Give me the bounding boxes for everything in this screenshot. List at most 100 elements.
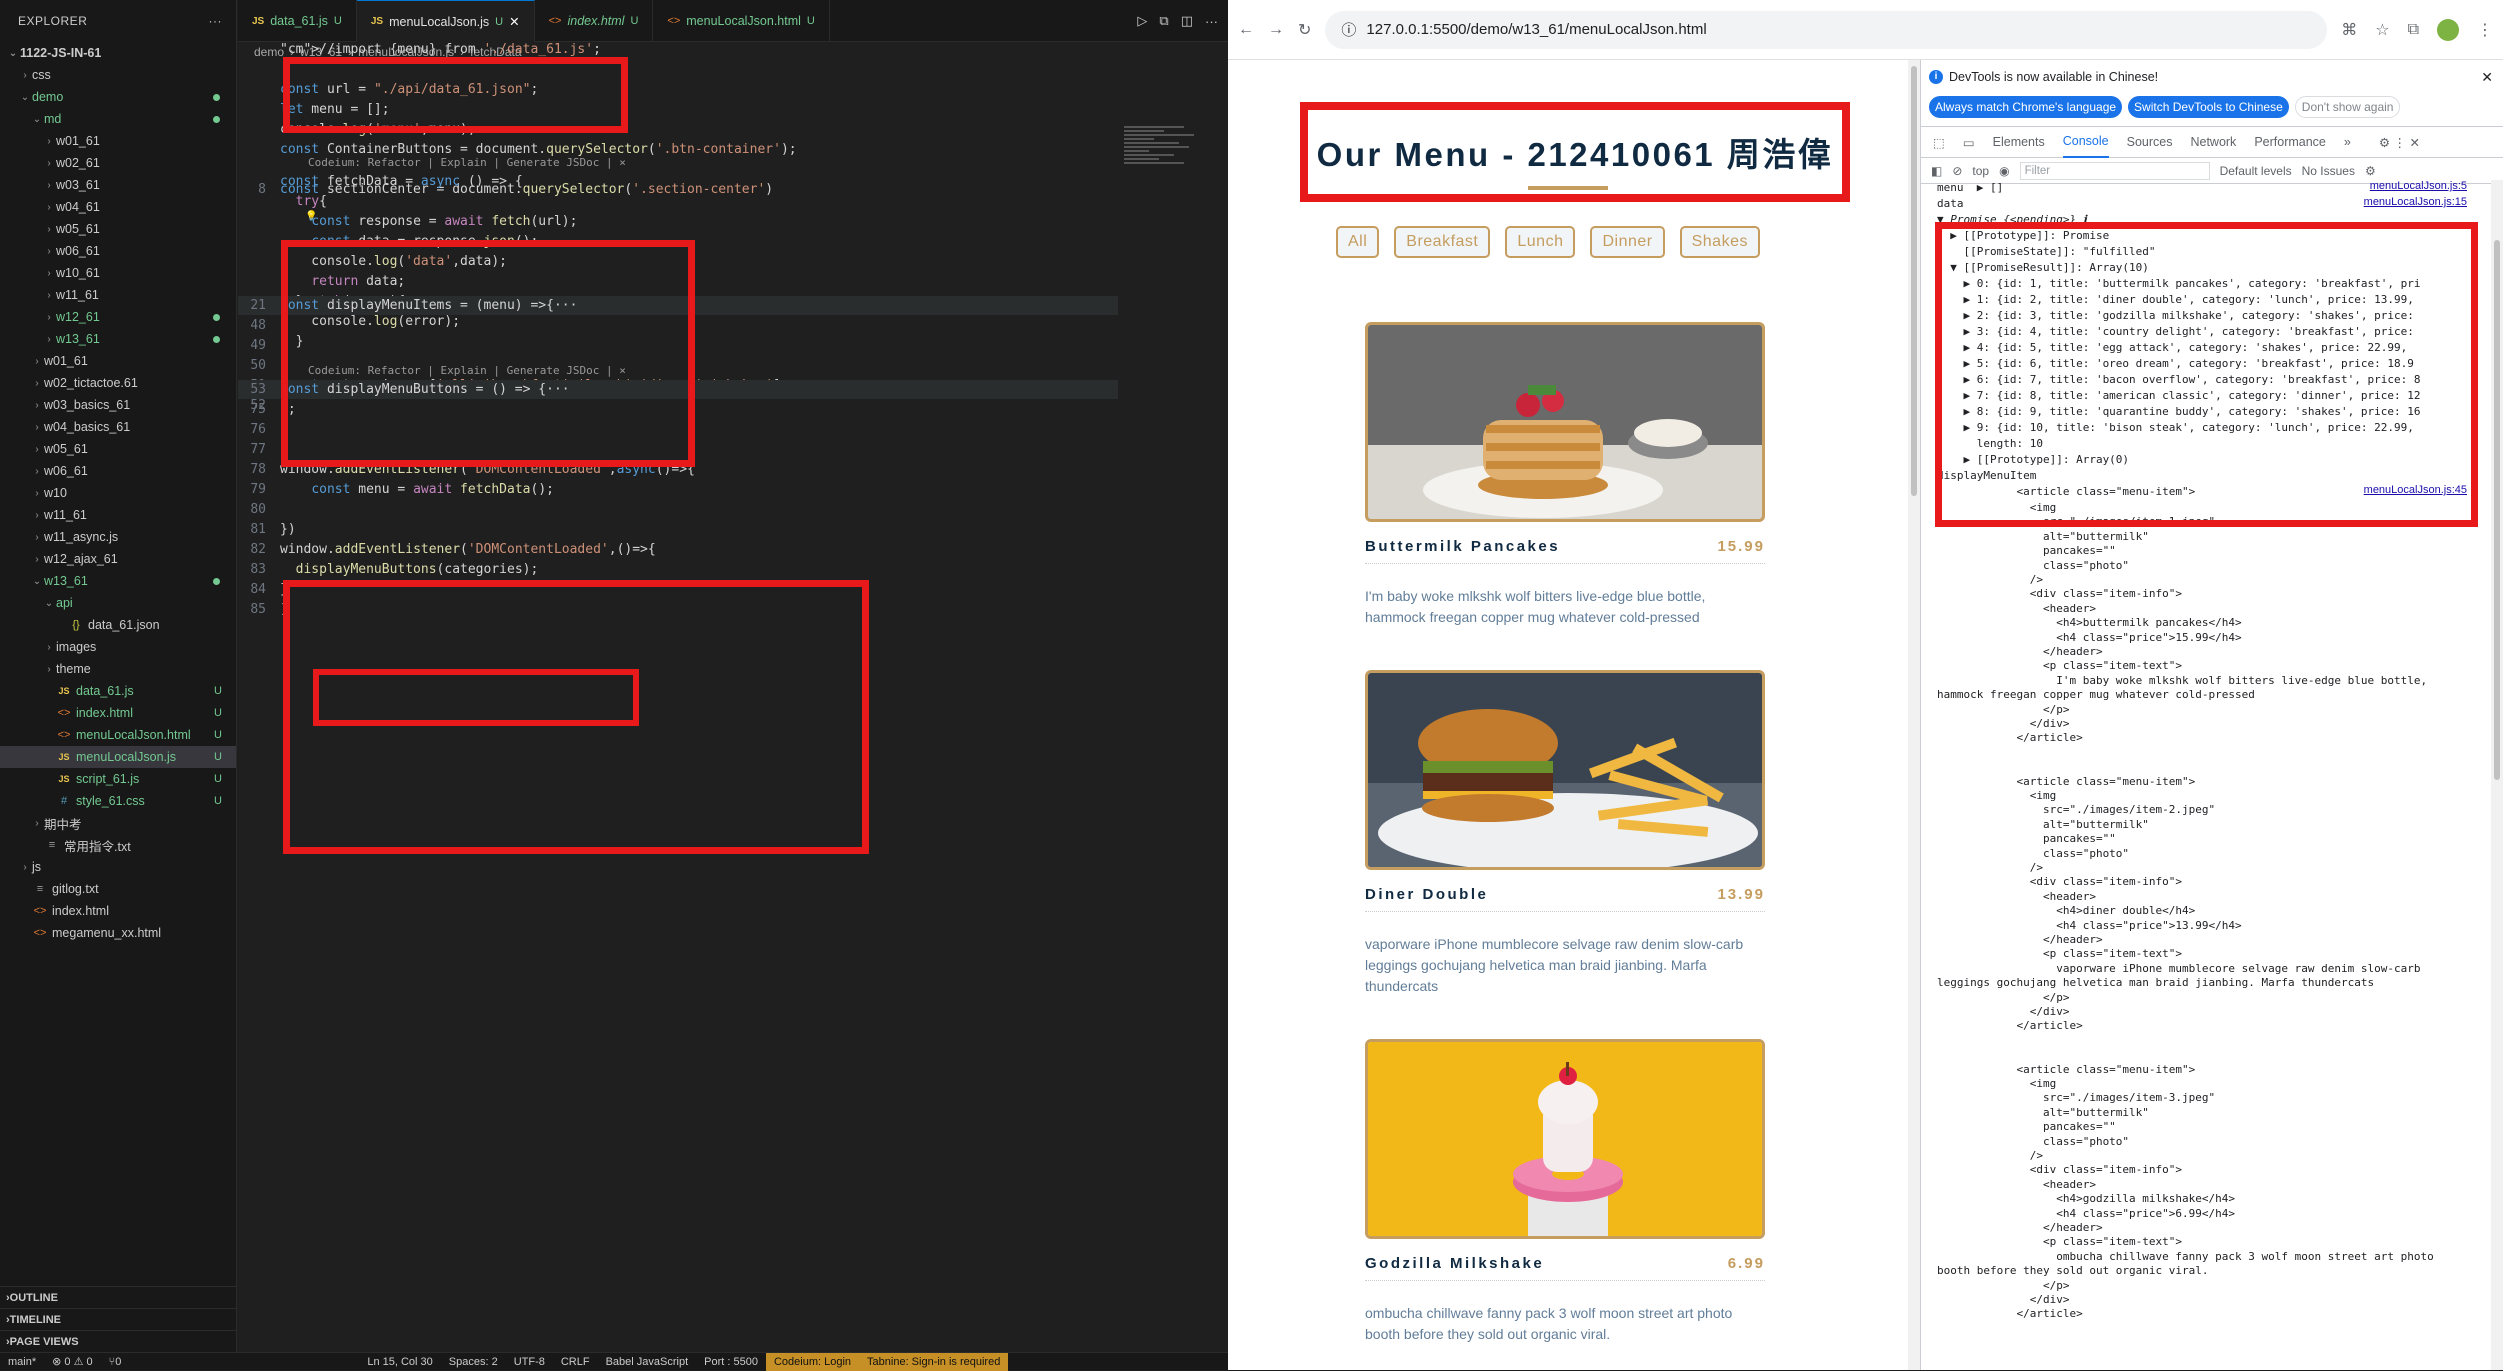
site-info-icon[interactable]: ⓘ xyxy=(1341,19,1356,40)
language-mode[interactable]: Babel JavaScript xyxy=(598,1356,697,1368)
tree-item[interactable]: › w10 xyxy=(0,482,236,504)
code-line[interactable]: 82 window.addEventListener('DOMContentLoa… xyxy=(238,540,1118,559)
tree-item[interactable]: › w05_61 xyxy=(0,438,236,460)
tree-item[interactable]: ≡ 常用指令.txt xyxy=(0,834,236,856)
tree-item[interactable]: › images xyxy=(0,636,236,658)
branch-indicator[interactable]: main* xyxy=(0,1356,44,1368)
chrome-menu-icon[interactable]: ⋮ xyxy=(2477,20,2493,40)
tree-item[interactable]: <> menuLocalJson.html U xyxy=(0,724,236,746)
more-icon[interactable]: ··· xyxy=(209,14,223,28)
tree-item[interactable]: › w04_basics_61 xyxy=(0,416,236,438)
more-actions-icon[interactable]: ··· xyxy=(1205,14,1218,29)
translate-icon[interactable]: ⌘ xyxy=(2341,20,2357,40)
back-icon[interactable]: ← xyxy=(1238,21,1254,39)
tree-item[interactable]: › w11_61 xyxy=(0,284,236,306)
tree-item[interactable]: <> index.html U xyxy=(0,702,236,724)
tree-item[interactable]: › w13_61 xyxy=(0,328,236,350)
explorer-section-timeline[interactable]: › TIMELINE xyxy=(0,1308,237,1330)
code-line[interactable]: 81}) xyxy=(238,520,1118,539)
tree-item[interactable]: <> index.html xyxy=(0,900,236,922)
dont-show-again-button[interactable]: Don't show again xyxy=(2294,96,2401,118)
clear-console-icon[interactable]: ⊘ xyxy=(1952,164,1962,178)
minimap[interactable] xyxy=(1124,124,1214,244)
filter-button-lunch[interactable]: Lunch xyxy=(1505,226,1576,258)
devtools-tab-sources[interactable]: Sources xyxy=(2127,135,2173,149)
tree-item[interactable]: › w03_61 xyxy=(0,174,236,196)
tree-item[interactable]: › w12_ajax_61 xyxy=(0,548,236,570)
console-source-link[interactable]: menuLocalJson.js:5 xyxy=(2370,180,2467,192)
tree-item[interactable]: › w03_basics_61 xyxy=(0,394,236,416)
sidebar-toggle-icon[interactable]: ◧ xyxy=(1931,164,1942,178)
console-source-link[interactable]: menuLocalJson.js:15 xyxy=(2364,196,2467,208)
indentation[interactable]: Spaces: 2 xyxy=(441,1356,506,1368)
reload-icon[interactable]: ↻ xyxy=(1298,20,1311,40)
tabnine-status[interactable]: Tabnine: Sign-in is required xyxy=(859,1352,1009,1371)
switch-chinese-button[interactable]: Switch DevTools to Chinese xyxy=(2128,96,2289,118)
tree-item[interactable]: ⌄ demo xyxy=(0,86,236,108)
tree-item[interactable]: # style_61.css U xyxy=(0,790,236,812)
code-line[interactable]: 79 const menu = await fetchData(); xyxy=(238,480,1118,499)
code-line[interactable]: const fetchData = async () => { xyxy=(238,172,1118,191)
problems-indicator[interactable]: ⊗ 0 ⚠ 0 xyxy=(44,1355,100,1368)
codeium-lens[interactable]: Codeium: Refactor | Explain | Generate J… xyxy=(308,156,626,172)
live-server-port[interactable]: Port : 5500 xyxy=(696,1356,766,1368)
page-scrollbar[interactable] xyxy=(1908,60,1920,1370)
code-line[interactable]: 80 xyxy=(238,500,1118,519)
match-language-button[interactable]: Always match Chrome's language xyxy=(1929,96,2123,118)
tree-item[interactable]: ⌄ api xyxy=(0,592,236,614)
inspect-icon[interactable]: ⬚ xyxy=(1933,135,1945,150)
log-levels-select[interactable]: Default levels xyxy=(2220,164,2292,178)
devtools-tab-more[interactable]: » xyxy=(2344,135,2351,149)
filter-button-all[interactable]: All xyxy=(1336,226,1380,258)
devtools-scrollbar[interactable] xyxy=(2491,180,2503,1370)
code-line[interactable]: 83 displayMenuButtons(categories); xyxy=(238,560,1118,579)
editor-tab[interactable]: JS menuLocalJson.js U ✕ xyxy=(356,0,535,42)
tree-item[interactable]: › w01_61 xyxy=(0,130,236,152)
tree-item[interactable]: ⌄ md xyxy=(0,108,236,130)
tree-item[interactable]: JS data_61.js U xyxy=(0,680,236,702)
lightbulb-icon[interactable]: 💡 xyxy=(305,211,317,222)
explorer-section-page-views[interactable]: › PAGE VIEWS xyxy=(0,1330,237,1352)
devtools-settings-icons[interactable]: ⚙ ⋮ ✕ xyxy=(2379,135,2420,150)
tree-item[interactable]: › w12_61 xyxy=(0,306,236,328)
tree-item[interactable]: JS menuLocalJson.js U xyxy=(0,746,236,768)
devtools-tab-console[interactable]: Console xyxy=(2062,126,2109,158)
tree-item[interactable]: › theme xyxy=(0,658,236,680)
editor-tab[interactable]: <> menuLocalJson.html U xyxy=(653,0,830,42)
tree-item[interactable]: ⌄ w13_61 xyxy=(0,570,236,592)
forward-icon[interactable]: → xyxy=(1268,21,1284,39)
device-toolbar-icon[interactable]: ▭ xyxy=(1963,135,1975,150)
devtools-tab-performance[interactable]: Performance xyxy=(2254,135,2326,149)
tree-item[interactable]: › w06_61 xyxy=(0,460,236,482)
tree-item[interactable]: › w11_async.js xyxy=(0,526,236,548)
explorer-section-outline[interactable]: › OUTLINE xyxy=(0,1286,237,1308)
tree-item[interactable]: › 期中考 xyxy=(0,812,236,834)
bookmark-star-icon[interactable]: ☆ xyxy=(2375,20,2389,40)
tree-item[interactable]: › w01_61 xyxy=(0,350,236,372)
tree-item[interactable]: › js xyxy=(0,856,236,878)
editor-tab[interactable]: JS data_61.js U xyxy=(238,0,357,42)
settings-icon[interactable]: ⚙ xyxy=(2365,164,2376,178)
codeium-status[interactable]: Codeium: Login xyxy=(765,1352,860,1371)
cursor-position[interactable]: Ln 15, Col 30 xyxy=(359,1356,440,1368)
code-line[interactable]: const response = await fetch(url); xyxy=(238,212,1118,231)
ports-indicator[interactable]: ⑂0 xyxy=(101,1356,130,1368)
devtools-tab-elements[interactable]: Elements xyxy=(1993,135,2045,149)
issues-indicator[interactable]: No Issues xyxy=(2302,164,2355,178)
profile-avatar[interactable] xyxy=(2437,18,2459,41)
tree-item[interactable]: {} data_61.json xyxy=(0,614,236,636)
tree-item[interactable]: › css xyxy=(0,64,236,86)
line-ending[interactable]: CRLF xyxy=(553,1356,598,1368)
tree-item[interactable]: › w11_61 xyxy=(0,504,236,526)
filter-button-shakes[interactable]: Shakes xyxy=(1679,226,1760,258)
tree-item[interactable]: JS script_61.js U xyxy=(0,768,236,790)
context-select[interactable]: top xyxy=(1972,164,1989,178)
address-bar[interactable]: ⓘ 127.0.0.1:5500/demo/w13_61/menuLocalJs… xyxy=(1325,10,2328,49)
devtools-tab-network[interactable]: Network xyxy=(2190,135,2236,149)
tree-item[interactable]: ≡ gitlog.txt xyxy=(0,878,236,900)
tree-item[interactable]: › w05_61 xyxy=(0,218,236,240)
close-tab-icon[interactable]: ✕ xyxy=(509,14,519,29)
code-line[interactable]: try{ xyxy=(238,192,1118,211)
console-line[interactable]: menu ▶ [] xyxy=(1937,180,2003,196)
encoding[interactable]: UTF-8 xyxy=(506,1356,553,1368)
